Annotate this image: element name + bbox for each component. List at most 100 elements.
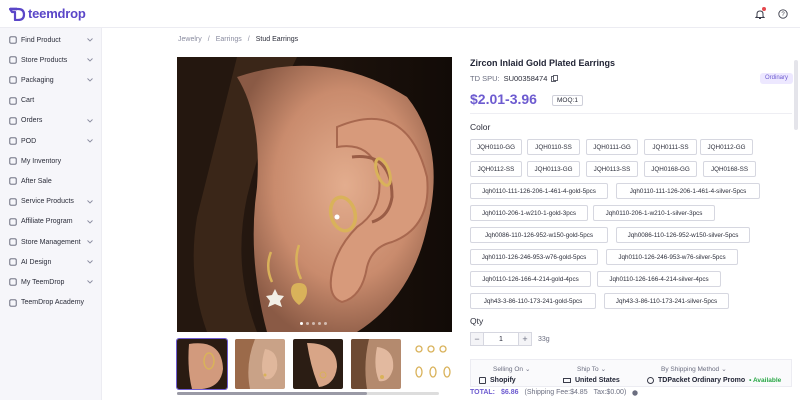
color-option[interactable]: Jqh0086-110-126-952-w150-silver-5pcs bbox=[616, 227, 750, 243]
qty-label: Qty bbox=[470, 316, 484, 326]
color-option[interactable]: Jqh0110-126-246-953-w76-silver-5pcs bbox=[606, 249, 738, 265]
info-icon[interactable] bbox=[632, 390, 638, 396]
brand-name: teemdrop bbox=[28, 6, 86, 21]
carousel-dot[interactable] bbox=[300, 322, 303, 325]
sidebar-item-label: Store Management bbox=[21, 238, 81, 246]
color-option[interactable]: JQH0113-GG bbox=[527, 161, 580, 177]
shipping-method-value: TDPacket Ordinary Promo bbox=[658, 377, 746, 384]
availability-status: • Available bbox=[749, 377, 782, 384]
color-option[interactable]: JQH0110-SS bbox=[527, 139, 580, 155]
ship-to-value: United States bbox=[575, 377, 620, 384]
scrollbar-thumb[interactable] bbox=[177, 392, 367, 395]
qty-input[interactable]: 1 bbox=[484, 332, 518, 346]
ear-photo-illustration bbox=[177, 57, 452, 332]
color-option[interactable]: Jqh0110-111-126-206-1-461-4-silver-5pcs bbox=[616, 183, 760, 199]
color-option[interactable]: Jqh0110-126-246-953-w76-gold-5pcs bbox=[470, 249, 598, 265]
chevron-down-icon: ⌄ bbox=[525, 366, 531, 373]
color-label: Color bbox=[470, 122, 491, 132]
sidebar-item-find-product[interactable]: Find Product bbox=[0, 30, 102, 50]
sidebar-item-affiliate-program[interactable]: Affiliate Program bbox=[0, 212, 102, 232]
brand-logo[interactable]: teemdrop bbox=[9, 6, 86, 21]
sidebar-item-my-teemdrop[interactable]: My TeemDrop bbox=[0, 272, 102, 292]
shipping-options: Selling On ⌄ Shopify Ship To ⌄ United Stat… bbox=[470, 359, 792, 387]
carousel-dot[interactable] bbox=[324, 322, 327, 325]
sidebar-item-label: Cart bbox=[21, 97, 35, 105]
panel-scrollbar[interactable] bbox=[794, 60, 798, 130]
total-amount: $6.86 bbox=[501, 389, 519, 396]
color-option[interactable]: JQH0168-GG bbox=[644, 161, 697, 177]
sidebar-item-teemdrop-academy[interactable]: TeemDrop Academy bbox=[0, 293, 102, 313]
sidebar-item-cart[interactable]: Cart bbox=[0, 91, 102, 111]
chevron-down-icon bbox=[87, 259, 93, 266]
thumbnail-2[interactable] bbox=[235, 339, 285, 389]
breadcrumb: Jewelry / Earrings / Stud Earrings bbox=[178, 36, 298, 43]
availability-text: Available bbox=[752, 377, 782, 384]
chevron-down-icon bbox=[87, 57, 93, 64]
color-option[interactable]: JQH0111-GG bbox=[586, 139, 638, 155]
spu-label: TD SPU: bbox=[470, 74, 500, 83]
color-option[interactable]: Jqh0110-206-1-w210-1-gold-3pcs bbox=[470, 205, 588, 221]
ship-to-selector[interactable]: Ship To ⌄ United States bbox=[563, 365, 620, 384]
shipping-method-icon bbox=[647, 377, 654, 384]
truck-icon bbox=[563, 378, 571, 383]
service-icon bbox=[8, 197, 17, 206]
sidebar-item-store-products[interactable]: Store Products bbox=[0, 50, 102, 70]
carousel-dot[interactable] bbox=[306, 322, 309, 325]
breadcrumb-jewelry[interactable]: Jewelry bbox=[178, 36, 202, 43]
qty-increment-button[interactable]: + bbox=[518, 332, 532, 346]
breadcrumb-earrings[interactable]: Earrings bbox=[216, 36, 242, 43]
sidebar-item-service-products[interactable]: Service Products bbox=[0, 192, 102, 212]
tax: Tax:$0.00) bbox=[593, 389, 627, 396]
sidebar-item-label: AI Design bbox=[21, 258, 52, 266]
store-icon bbox=[8, 56, 17, 65]
aftersale-icon bbox=[8, 177, 17, 186]
store-management-icon bbox=[8, 238, 17, 247]
sidebar-item-label: Orders bbox=[21, 117, 43, 125]
chevron-down-icon bbox=[87, 199, 93, 206]
product-main-image[interactable] bbox=[177, 57, 452, 332]
divider bbox=[470, 113, 792, 114]
carousel-dot[interactable] bbox=[318, 322, 321, 325]
color-option[interactable]: JQH0112-SS bbox=[470, 161, 522, 177]
sidebar-item-pod[interactable]: POD bbox=[0, 131, 102, 151]
color-option[interactable]: JQH0111-SS bbox=[644, 139, 697, 155]
sidebar-item-my-inventory[interactable]: My Inventory bbox=[0, 151, 102, 171]
shipping-method-label: By Shipping Method bbox=[661, 365, 720, 373]
chevron-down-icon bbox=[87, 279, 93, 286]
thumbnail-5[interactable] bbox=[409, 339, 459, 389]
sidebar-item-label: Store Products bbox=[21, 56, 68, 64]
sidebar-item-packaging[interactable]: Packaging bbox=[0, 70, 102, 90]
sidebar-item-after-sale[interactable]: After Sale bbox=[0, 171, 102, 191]
thumbnail-4[interactable] bbox=[351, 339, 401, 389]
color-option[interactable]: JQH0113-SS bbox=[586, 161, 638, 177]
thumbnail-3[interactable] bbox=[293, 339, 343, 389]
affiliate-icon bbox=[8, 217, 17, 226]
shipping-method-selector[interactable]: By Shipping Method ⌄ TDPacket Ordinary Pr… bbox=[647, 365, 781, 384]
color-option[interactable]: Jqh43-3-86-110-173-241-silver-5pcs bbox=[604, 293, 729, 309]
sidebar-item-ai-design[interactable]: AI Design bbox=[0, 252, 102, 272]
inventory-icon bbox=[8, 157, 17, 166]
color-option[interactable]: Jqh0110-126-166-4-214-gold-4pcs bbox=[470, 271, 591, 287]
sidebar-item-orders[interactable]: Orders bbox=[0, 111, 102, 131]
color-option[interactable]: JQH0168-SS bbox=[703, 161, 756, 177]
selling-on-selector[interactable]: Selling On ⌄ Shopify bbox=[479, 365, 530, 384]
color-option[interactable]: Jqh43-3-86-110-173-241-gold-5pcs bbox=[470, 293, 596, 309]
color-option[interactable]: JQH0112-GG bbox=[700, 139, 753, 155]
chevron-down-icon: ⌄ bbox=[721, 366, 727, 373]
selling-on-label: Selling On bbox=[493, 365, 523, 373]
thumbnail-scrollbar[interactable] bbox=[177, 392, 439, 395]
color-option[interactable]: Jqh0110-126-166-4-214-silver-4pcs bbox=[597, 271, 721, 287]
carousel-dot[interactable] bbox=[312, 322, 315, 325]
qty-decrement-button[interactable]: − bbox=[470, 332, 484, 346]
chevron-down-icon bbox=[87, 118, 93, 125]
color-option[interactable]: JQH0110-GG bbox=[470, 139, 522, 155]
copy-icon[interactable] bbox=[551, 75, 559, 82]
color-option[interactable]: Jqh0110-206-1-w210-1-silver-3pcs bbox=[593, 205, 715, 221]
sidebar-item-label: After Sale bbox=[21, 177, 52, 185]
spu-row: TD SPU: SU00358474 bbox=[470, 74, 559, 83]
thumbnail-1[interactable] bbox=[176, 338, 228, 390]
sidebar-item-store-management[interactable]: Store Management bbox=[0, 232, 102, 252]
sidebar-item-label: Packaging bbox=[21, 76, 54, 84]
color-option[interactable]: Jqh0110-111-126-206-1-461-4-gold-5pcs bbox=[470, 183, 608, 199]
color-option[interactable]: Jqh0086-110-126-952-w150-gold-5pcs bbox=[470, 227, 608, 243]
